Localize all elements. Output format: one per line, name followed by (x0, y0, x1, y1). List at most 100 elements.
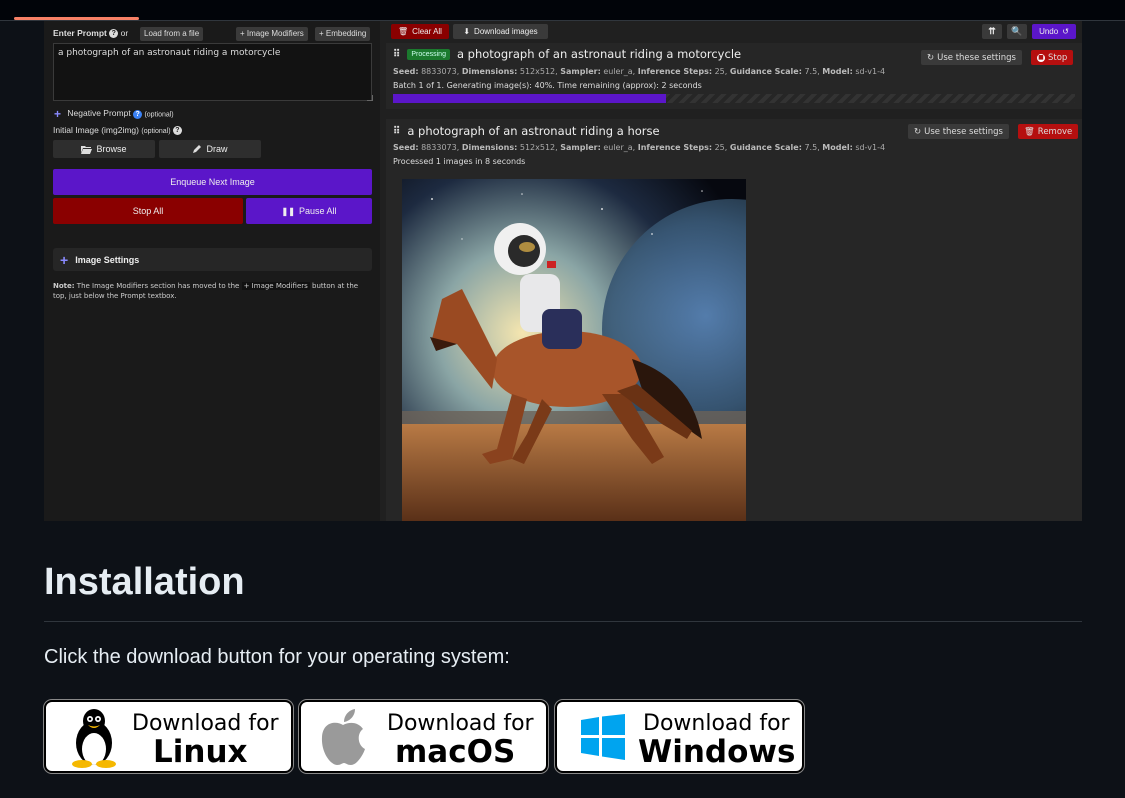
image-settings-header[interactable]: + Image Settings (53, 248, 372, 271)
trash-icon: 🗑 (1024, 126, 1035, 137)
negative-prompt-row[interactable]: + Negative Prompt ? (optional) (54, 107, 174, 121)
progress-bar-fill (393, 94, 666, 103)
download-macos-button[interactable]: Download for macOS (299, 700, 548, 773)
enqueue-button[interactable]: Enqueue Next Image (53, 169, 372, 195)
remove-label: Remove (1037, 126, 1073, 137)
use-settings-button[interactable]: ↻ Use these settings (908, 124, 1009, 139)
remove-task-button[interactable]: 🗑 Remove (1018, 124, 1079, 139)
undo-button[interactable]: Undo ↺ (1032, 24, 1076, 39)
download-images-button[interactable]: ⬇ Download images (453, 24, 548, 39)
pause-all-label: Pause All (298, 206, 337, 216)
guidance-label: Guidance Scale: (729, 143, 802, 152)
plus-icon: + (60, 251, 69, 268)
trash-icon: 🗑 (398, 27, 409, 36)
download-windows-button[interactable]: Download for Windows (555, 700, 804, 773)
pencil-icon (193, 145, 202, 153)
or-text: or (120, 28, 129, 38)
task-meta: Seed: 8833073, Dimensions: 512x512, Samp… (393, 67, 885, 76)
help-icon[interactable]: ? (172, 126, 182, 136)
model-value: sd-v1-4 (855, 143, 886, 152)
apple-icon (321, 709, 365, 765)
dimensions-value: 512x512, (519, 143, 558, 152)
sampler-label: Sampler: (560, 67, 601, 76)
guidance-label: Guidance Scale: (729, 67, 802, 76)
draw-button[interactable]: Draw (159, 140, 261, 158)
magnifier-icon: 🔍 (1011, 26, 1023, 36)
enter-prompt-label: Enter Prompt (53, 28, 107, 38)
load-from-file-button[interactable]: Load from a file (140, 27, 204, 41)
task-meta: Seed: 8833073, Dimensions: 512x512, Samp… (393, 143, 885, 152)
enter-prompt-row: Enter Prompt ? or (53, 28, 129, 39)
embedding-button[interactable]: + Embedding (315, 27, 371, 41)
windows-logo-icon (581, 714, 625, 760)
help-icon[interactable]: ? (109, 29, 119, 39)
seed-value: 8833073, (421, 143, 460, 152)
download-for-label: Download for (132, 711, 279, 736)
app-screenshot: Enter Prompt ? or Load from a file + Ima… (44, 21, 1082, 521)
pause-all-button[interactable]: ❚❚ Pause All (246, 198, 372, 224)
zoom-button[interactable]: 🔍 (1007, 24, 1027, 39)
steps-value: 25, (714, 143, 728, 152)
collapse-all-button[interactable]: ⇈ (982, 24, 1002, 39)
note-prefix: Note: (53, 282, 75, 290)
task-title-row: ⠿ a photograph of an astronaut riding a … (393, 124, 660, 138)
pause-icon: ❚❚ (281, 206, 295, 216)
dimensions-label: Dimensions: (461, 143, 518, 152)
task-prompt: a photograph of an astronaut riding a mo… (456, 47, 742, 61)
download-linux-button[interactable]: Download for Linux (44, 700, 293, 773)
drag-handle-icon[interactable]: ⠿ (393, 49, 400, 60)
note-chip: + Image Modifiers (241, 282, 310, 290)
draw-label: Draw (206, 144, 228, 154)
resize-handle[interactable] (367, 95, 373, 101)
heading-divider (44, 621, 1082, 622)
use-settings-button[interactable]: ↻ Use these settings (921, 50, 1022, 65)
undo-icon: ↺ (1062, 27, 1069, 36)
negative-prompt-label: Negative Prompt (67, 108, 131, 119)
right-panel: 🗑 Clear All ⬇ Download images ⇈ 🔍 Undo ↺… (386, 21, 1082, 521)
info-icon[interactable]: ? (133, 109, 143, 119)
clear-all-button[interactable]: 🗑 Clear All (391, 24, 449, 39)
left-panel: Enter Prompt ? or Load from a file + Ima… (44, 21, 380, 521)
redo-icon: ↻ (927, 52, 935, 63)
use-settings-label: Use these settings (937, 52, 1016, 63)
status-badge: Processing (407, 48, 450, 60)
image-settings-label: Image Settings (75, 254, 140, 265)
stop-all-button[interactable]: Stop All (53, 198, 243, 224)
macos-label: macOS (395, 734, 516, 770)
seed-value: 8833073, (421, 67, 460, 76)
task-card-processing: ⠿ Processing a photograph of an astronau… (386, 43, 1082, 109)
linux-tux-icon (72, 709, 116, 768)
model-label: Model: (822, 67, 853, 76)
initial-image-optional: (optional) (141, 128, 171, 135)
collapse-icon: ⇈ (988, 26, 996, 36)
stop-circle-icon: ■ (1037, 53, 1045, 62)
task-prompt: a photograph of an astronaut riding a ho… (407, 124, 660, 138)
drag-handle-icon[interactable]: ⠿ (393, 126, 400, 137)
download-for-label: Download for (387, 711, 534, 736)
initial-image-row: Initial Image (img2img) (optional) ? (53, 125, 182, 136)
note-text: Note: The Image Modifiers section has mo… (53, 281, 373, 301)
generated-image[interactable] (402, 179, 746, 521)
download-icon: ⬇ (463, 27, 471, 36)
browse-button[interactable]: Browse (53, 140, 155, 158)
plus-icon: + (54, 107, 62, 121)
folder-open-icon (81, 145, 93, 154)
processed-text: Processed 1 images in 8 seconds (393, 157, 526, 166)
prompt-textarea[interactable]: a photograph of an astronaut riding a mo… (53, 43, 372, 101)
seed-label: Seed: (393, 67, 419, 76)
task-card-completed: ⠿ a photograph of an astronaut riding a … (386, 119, 1082, 521)
stop-task-button[interactable]: ■ Stop (1031, 50, 1074, 65)
dimensions-label: Dimensions: (461, 67, 518, 76)
windows-label: Windows (638, 734, 796, 770)
guidance-value: 7.5, (804, 143, 820, 152)
download-for-label: Download for (643, 711, 790, 736)
dimensions-value: 512x512, (519, 67, 558, 76)
steps-label: Inference Steps: (637, 67, 713, 76)
browse-label: Browse (96, 144, 127, 154)
top-bar (0, 0, 1125, 20)
sampler-label: Sampler: (560, 143, 601, 152)
optional-text: (optional) (144, 111, 174, 119)
note-text-1: The Image Modifiers section has moved to… (76, 282, 240, 290)
image-modifiers-button[interactable]: + Image Modifiers (236, 27, 308, 41)
redo-icon: ↻ (914, 126, 922, 137)
